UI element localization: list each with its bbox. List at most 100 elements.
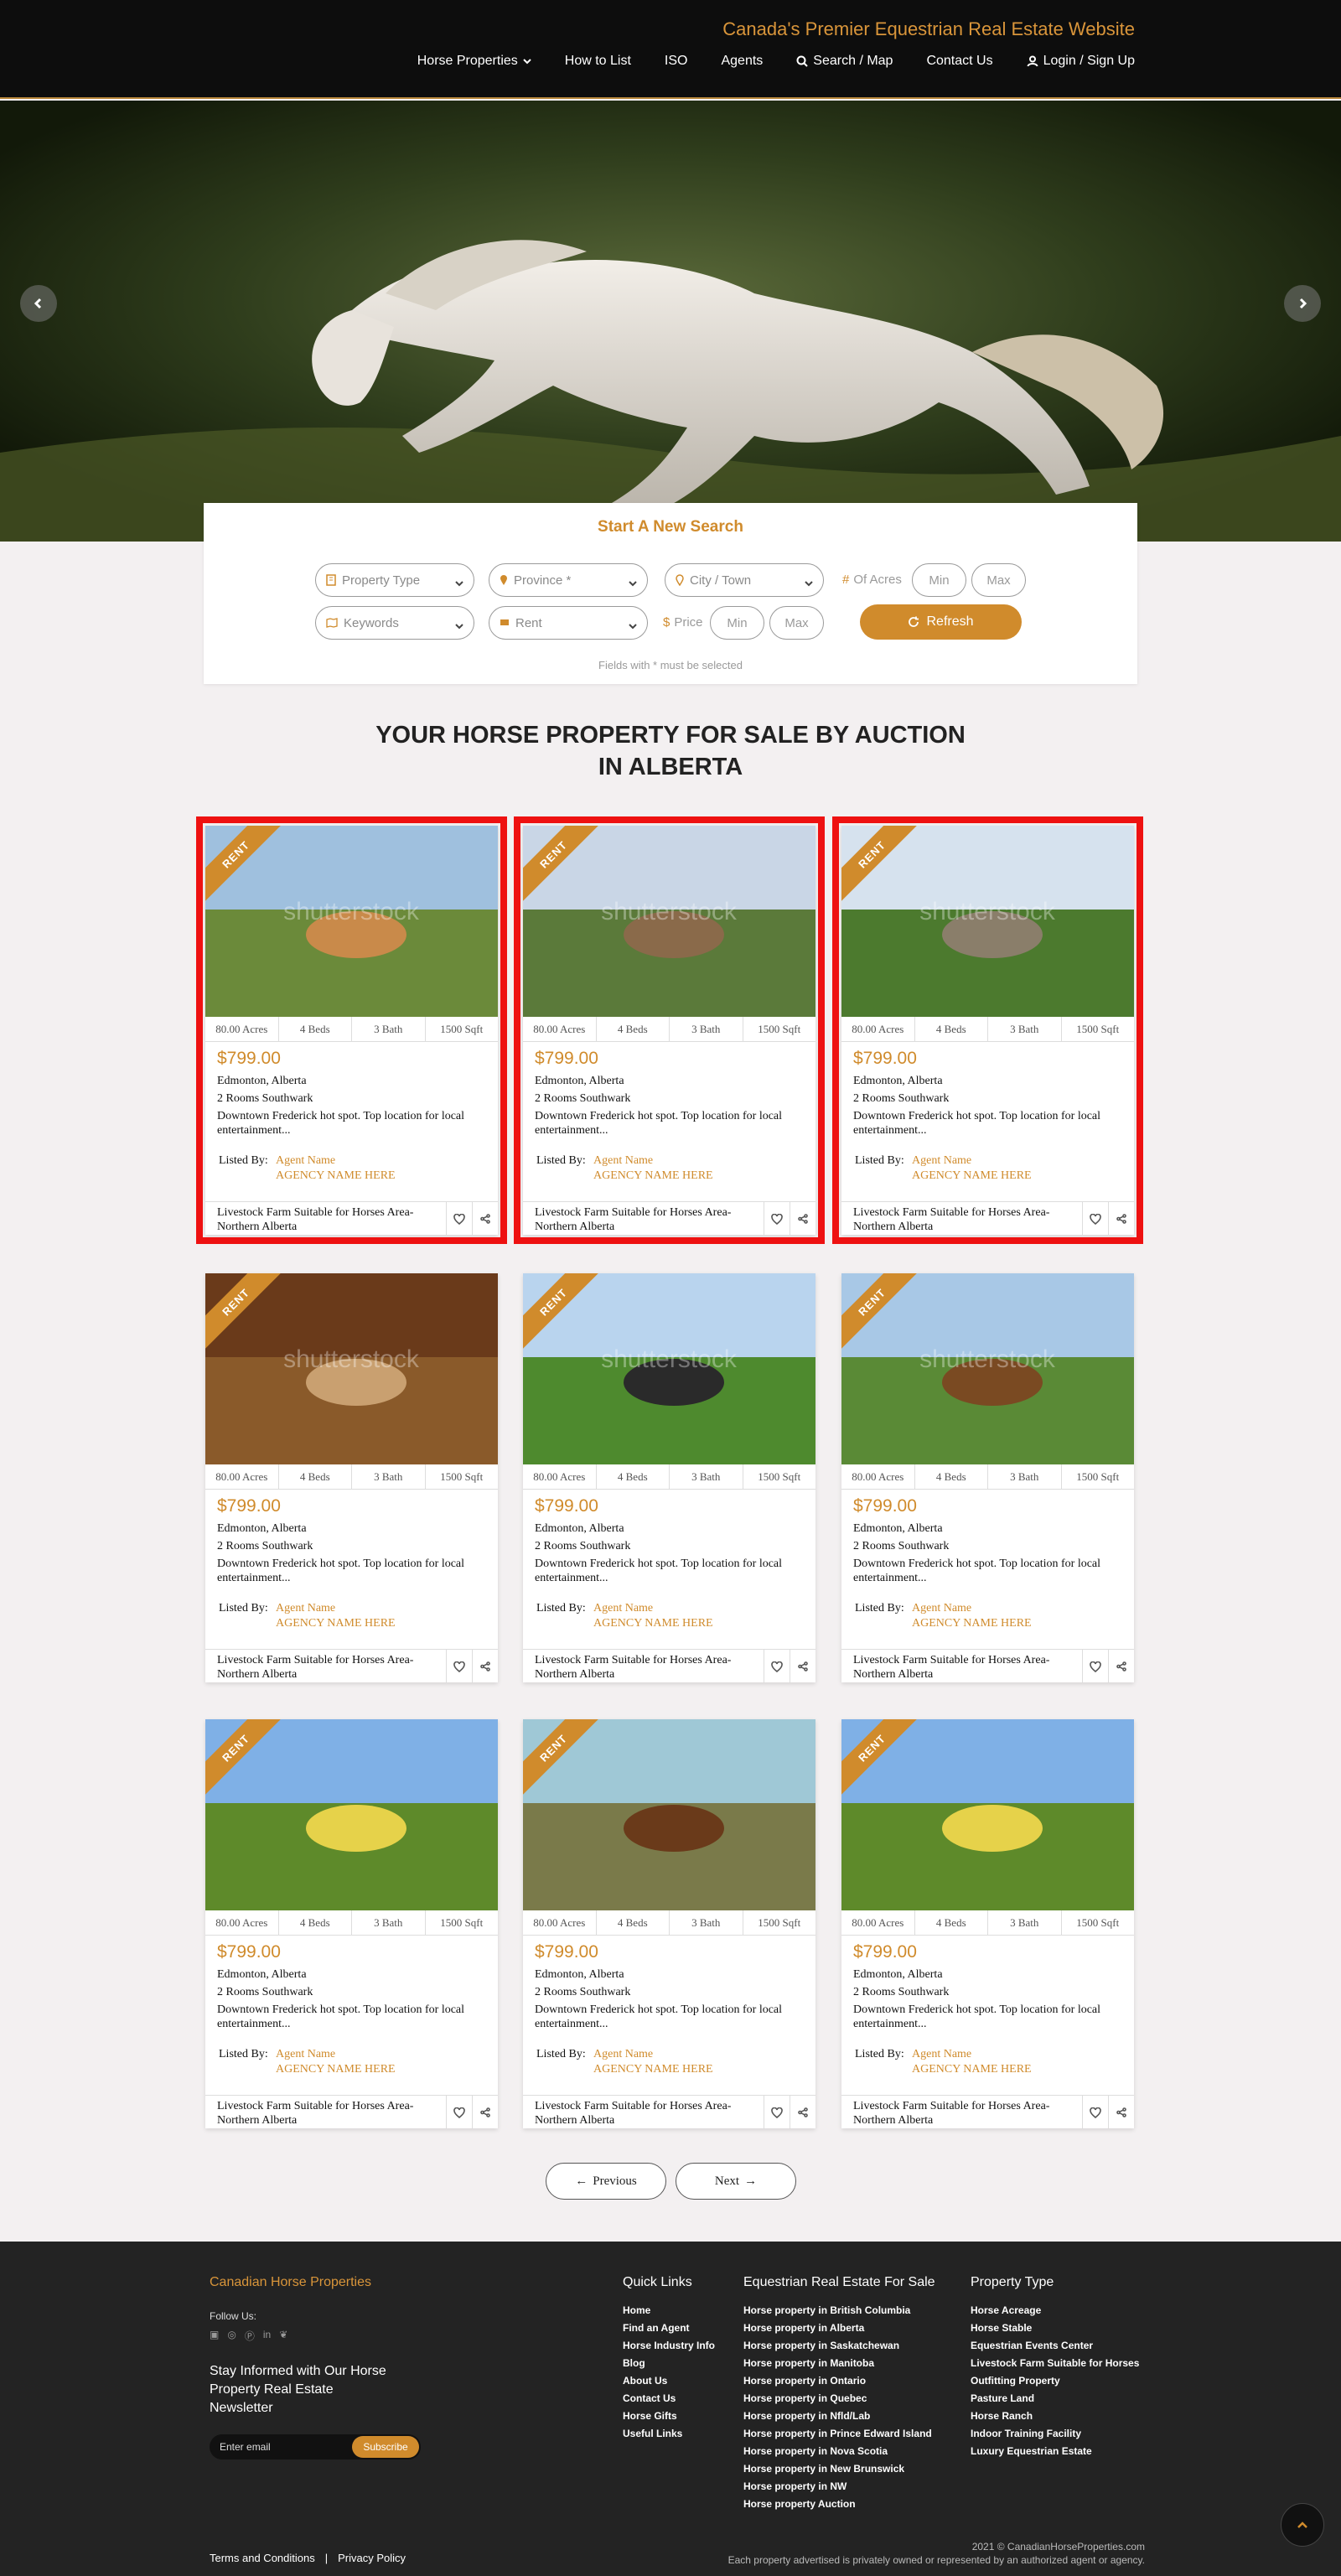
listing-title[interactable]: Livestock Farm Suitable for Horses Area-… — [853, 2099, 1071, 2128]
listing-photo[interactable]: RENT — [205, 1719, 498, 1910]
listing-card[interactable]: shutterstock RENT 80.00 Acres 4 Beds 3 B… — [832, 816, 1143, 1244]
keywords-select[interactable]: Keywords — [315, 606, 474, 640]
quick-link[interactable]: Horse Industry Info — [623, 2337, 715, 2355]
property-type-link[interactable]: Indoor Training Facility — [971, 2425, 1139, 2443]
subscribe-button[interactable]: Subscribe — [352, 2436, 419, 2458]
nav-agents[interactable]: Agents — [721, 54, 763, 69]
acres-max-input[interactable]: Max — [971, 563, 1026, 597]
quick-link[interactable]: Horse Gifts — [623, 2408, 715, 2425]
equestrian-link[interactable]: Horse property in Saskatchewan — [743, 2337, 932, 2355]
agency-name-link[interactable]: AGENCY NAME HERE — [912, 2063, 1032, 2076]
agency-name-link[interactable]: AGENCY NAME HERE — [276, 1617, 396, 1630]
nav-how-to-list[interactable]: How to List — [565, 54, 631, 69]
share-button[interactable] — [790, 1650, 815, 1682]
listing-photo[interactable]: RENT — [841, 1719, 1134, 1910]
listing-card[interactable]: shutterstock RENT 80.00 Acres 4 Beds 3 B… — [523, 1273, 815, 1682]
equestrian-link[interactable]: Horse property in Ontario — [743, 2372, 932, 2390]
agent-name-link[interactable]: Agent Name — [593, 1602, 653, 1615]
listing-card[interactable]: shutterstock RENT 80.00 Acres 4 Beds 3 B… — [205, 1273, 498, 1682]
favorite-button[interactable] — [1082, 2096, 1108, 2128]
quick-link[interactable]: Contact Us — [623, 2390, 715, 2408]
quick-link[interactable]: Find an Agent — [623, 2319, 715, 2337]
agent-name-link[interactable]: Agent Name — [276, 2048, 335, 2061]
property-type-link[interactable]: Horse Ranch — [971, 2408, 1139, 2425]
listing-photo[interactable]: shutterstock RENT — [523, 826, 815, 1017]
listing-card[interactable]: shutterstock RENT 80.00 Acres 4 Beds 3 B… — [841, 1273, 1134, 1682]
agent-name-link[interactable]: Agent Name — [912, 1602, 971, 1615]
share-button[interactable] — [790, 2096, 815, 2128]
listing-title[interactable]: Livestock Farm Suitable for Horses Area-… — [217, 2099, 435, 2128]
agency-name-link[interactable]: AGENCY NAME HERE — [593, 2063, 713, 2076]
listing-title[interactable]: Livestock Farm Suitable for Horses Area-… — [535, 1653, 753, 1682]
listing-card[interactable]: RENT 80.00 Acres 4 Beds 3 Bath 1500 Sqft… — [523, 1719, 815, 2128]
listing-card[interactable]: shutterstock RENT 80.00 Acres 4 Beds 3 B… — [514, 816, 825, 1244]
hero-prev-arrow[interactable] — [20, 285, 57, 322]
privacy-link[interactable]: Privacy Policy — [338, 2552, 406, 2564]
linkedin-icon[interactable]: in — [263, 2329, 271, 2343]
quick-link[interactable]: Home — [623, 2302, 715, 2319]
agency-name-link[interactable]: AGENCY NAME HERE — [912, 1617, 1032, 1630]
equestrian-link[interactable]: Horse property in NW — [743, 2478, 932, 2496]
acres-min-input[interactable]: Min — [912, 563, 966, 597]
next-page-button[interactable]: Next → — [676, 2163, 796, 2200]
listing-card[interactable]: RENT 80.00 Acres 4 Beds 3 Bath 1500 Sqft… — [841, 1719, 1134, 2128]
share-button[interactable] — [790, 1202, 815, 1235]
favorite-button[interactable] — [764, 1202, 790, 1235]
price-max-input[interactable]: Max — [769, 606, 824, 640]
listing-title[interactable]: Livestock Farm Suitable for Horses Area-… — [853, 1653, 1071, 1682]
share-button[interactable] — [472, 1650, 498, 1682]
agency-name-link[interactable]: AGENCY NAME HERE — [276, 2063, 396, 2076]
agency-name-link[interactable]: AGENCY NAME HERE — [593, 1169, 713, 1183]
favorite-button[interactable] — [764, 1650, 790, 1682]
listing-title[interactable]: Livestock Farm Suitable for Horses Area-… — [535, 2099, 753, 2128]
hero-next-arrow[interactable] — [1284, 285, 1321, 322]
property-type-link[interactable]: Outfitting Property — [971, 2372, 1139, 2390]
equestrian-link[interactable]: Horse property in Manitoba — [743, 2355, 932, 2372]
listing-photo[interactable]: shutterstock RENT — [205, 1273, 498, 1464]
listing-card[interactable]: RENT 80.00 Acres 4 Beds 3 Bath 1500 Sqft… — [205, 1719, 498, 2128]
listing-photo[interactable]: shutterstock RENT — [841, 826, 1134, 1017]
listing-photo[interactable]: RENT — [523, 1719, 815, 1910]
listing-photo[interactable]: shutterstock RENT — [523, 1273, 815, 1464]
property-type-link[interactable]: Pasture Land — [971, 2390, 1139, 2408]
listing-title[interactable]: Livestock Farm Suitable for Horses Area-… — [853, 1205, 1071, 1234]
share-button[interactable] — [1108, 2096, 1134, 2128]
equestrian-link[interactable]: Horse property in Alberta — [743, 2319, 932, 2337]
rent-select[interactable]: Rent — [489, 606, 648, 640]
property-type-link[interactable]: Horse Acreage — [971, 2302, 1139, 2319]
equestrian-link[interactable]: Horse property in Prince Edward Island — [743, 2425, 932, 2443]
quick-link[interactable]: About Us — [623, 2372, 715, 2390]
property-type-link[interactable]: Livestock Farm Suitable for Horses — [971, 2355, 1139, 2372]
agent-name-link[interactable]: Agent Name — [276, 1154, 335, 1168]
province-select[interactable]: Province * — [489, 563, 648, 597]
agent-name-link[interactable]: Agent Name — [276, 1602, 335, 1615]
quick-link[interactable]: Useful Links — [623, 2425, 715, 2443]
city-select[interactable]: City / Town — [665, 563, 824, 597]
back-to-top-button[interactable] — [1281, 2503, 1324, 2547]
property-type-link[interactable]: Horse Stable — [971, 2319, 1139, 2337]
listing-title[interactable]: Livestock Farm Suitable for Horses Area-… — [217, 1205, 435, 1234]
property-type-link[interactable]: Equestrian Events Center — [971, 2337, 1139, 2355]
quick-link[interactable]: Blog — [623, 2355, 715, 2372]
share-button[interactable] — [1108, 1202, 1134, 1235]
instagram-icon[interactable]: ◎ — [227, 2329, 236, 2343]
pinterest-icon[interactable]: Ⓟ — [245, 2329, 255, 2343]
listing-photo[interactable]: shutterstock RENT — [841, 1273, 1134, 1464]
terms-link[interactable]: Terms and Conditions — [210, 2552, 315, 2564]
equestrian-link[interactable]: Horse property in Nfld/Lab — [743, 2408, 932, 2425]
favorite-button[interactable] — [446, 1202, 472, 1235]
favorite-button[interactable] — [764, 2096, 790, 2128]
agent-name-link[interactable]: Agent Name — [593, 2048, 653, 2061]
property-type-select[interactable]: Property Type — [315, 563, 474, 597]
price-min-input[interactable]: Min — [710, 606, 764, 640]
listing-card[interactable]: shutterstock RENT 80.00 Acres 4 Beds 3 B… — [196, 816, 507, 1244]
share-button[interactable] — [472, 1202, 498, 1235]
nav-search-map[interactable]: Search / Map — [796, 54, 893, 69]
favorite-button[interactable] — [446, 2096, 472, 2128]
favorite-button[interactable] — [446, 1650, 472, 1682]
share-button[interactable] — [1108, 1650, 1134, 1682]
favorite-button[interactable] — [1082, 1650, 1108, 1682]
listing-title[interactable]: Livestock Farm Suitable for Horses Area-… — [217, 1653, 435, 1682]
email-input[interactable]: Enter email — [220, 2441, 271, 2453]
nav-iso[interactable]: ISO — [665, 54, 688, 69]
